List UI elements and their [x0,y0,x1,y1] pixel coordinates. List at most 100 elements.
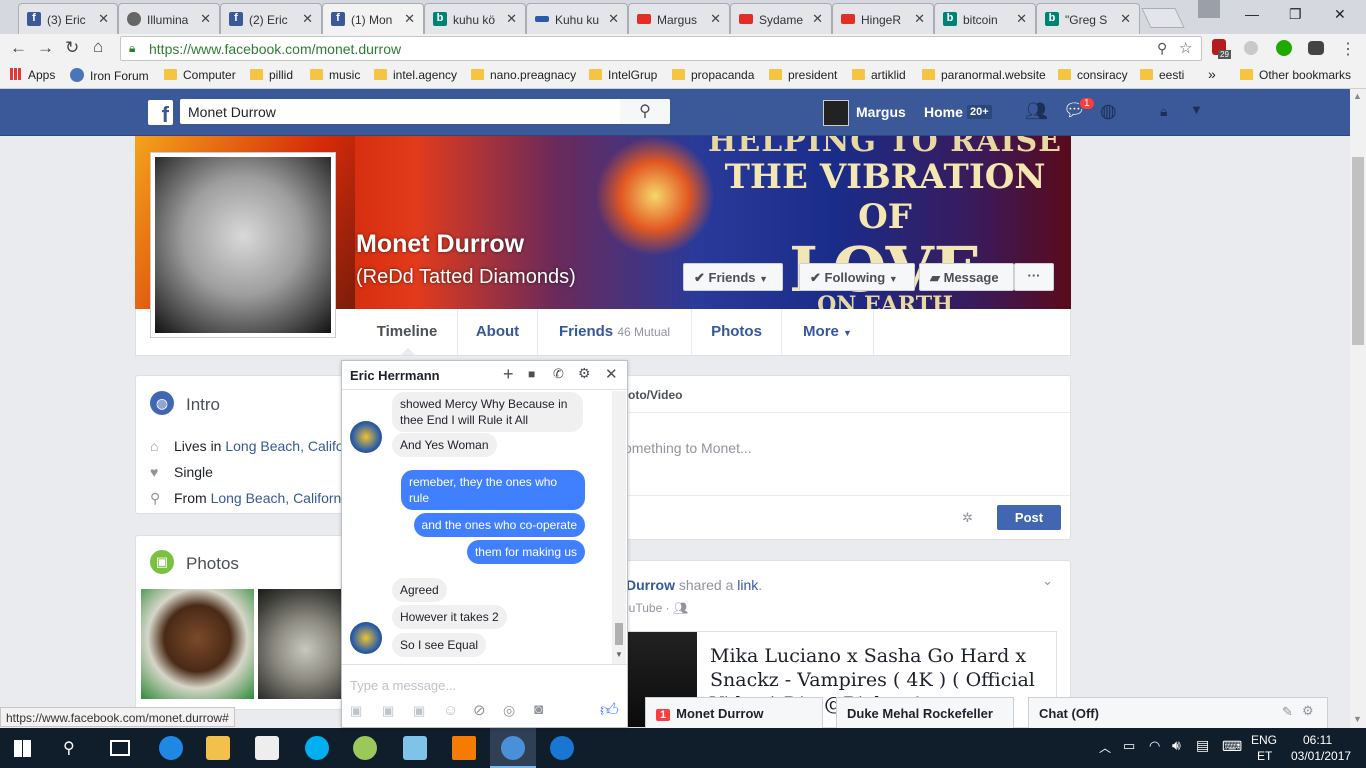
browser-tab[interactable]: HingeR ✕ [832,3,934,34]
scroll-up-icon[interactable]: ▲ [1353,91,1362,101]
facebook-logo-icon[interactable]: f [148,100,173,125]
new-tab-button[interactable] [1141,8,1185,28]
browser-tab[interactable]: Margus ✕ [628,3,730,34]
user-profile-icon[interactable] [1198,0,1220,18]
tab-photos[interactable]: Photos [692,309,782,355]
video-call-icon[interactable]: ■ [528,367,535,381]
browser-tab[interactable]: b "Greg S ✕ [1036,3,1140,34]
more-options-button[interactable]: ··· [1014,263,1054,291]
search-icon[interactable]: ⚲ [63,738,75,758]
chat-contact-name[interactable]: Eric Herrmann [350,368,440,383]
tab-more[interactable]: More ▼ [782,309,874,355]
chevron-down-icon[interactable]: ▼ [1190,102,1203,117]
bookmark-apps[interactable]: Apps [10,68,55,82]
bookmark-item[interactable]: Iron Forum [70,68,149,83]
smiley-icon[interactable]: ☺ [443,702,458,719]
close-icon[interactable]: ✕ [710,11,721,27]
bookmark-folder[interactable]: IntelGrup [589,68,657,82]
home-icon[interactable]: ⌂ [93,37,103,57]
close-icon[interactable]: ✕ [1016,11,1027,27]
search-input[interactable]: Monet Durrow [180,99,670,124]
profile-link[interactable]: Margus [856,104,906,120]
tab-about[interactable]: About [458,309,538,355]
camera-icon[interactable]: ◙ [534,701,543,718]
browser-tab[interactable]: f (3) Eric ✕ [18,3,118,34]
extension-icon[interactable] [1308,41,1324,55]
avatar[interactable] [823,100,849,126]
bookmark-folder[interactable]: consiracy [1058,68,1128,82]
bookmark-folder[interactable]: intel.agency [374,68,457,82]
bookmark-folder[interactable]: Computer [164,68,236,82]
friend-requests-icon[interactable]: 👥︎ [1025,101,1048,122]
new-message-icon[interactable]: ✎ [1282,704,1293,720]
bookmark-folder[interactable]: nano.preagnacy [471,68,576,82]
sticker-icon[interactable]: ▣ [350,703,362,719]
scroll-thumb[interactable] [1352,157,1364,345]
close-window-icon[interactable]: ✕ [1334,6,1346,23]
photo-thumbnail[interactable] [141,589,254,699]
bookmark-folder[interactable]: music [310,68,360,82]
zoom-icon[interactable]: ⚲ [1157,40,1167,57]
edge-icon[interactable] [159,736,183,760]
store-icon[interactable] [255,736,279,760]
privacy-lock-icon[interactable]: 🔒︎ [1160,103,1167,120]
attach-icon[interactable]: ⊘ [473,701,486,719]
notifications-globe-icon[interactable]: ◍ [1100,100,1117,123]
forward-icon[interactable]: → [37,38,54,58]
bookmark-folder[interactable]: pillid [250,68,293,82]
chat-header[interactable]: Eric Herrmann + ■ ✆ ⚙ ✕ [342,361,627,390]
other-bookmarks[interactable]: Other bookmarks [1240,68,1351,82]
profile-name[interactable]: Monet Durrow [356,230,524,259]
file-explorer-icon[interactable] [206,736,230,760]
close-icon[interactable]: ✕ [302,11,313,27]
bookmarks-overflow-button[interactable]: » [1208,66,1216,82]
chat-message-input[interactable]: Type a message... [350,678,456,693]
bookmark-folder[interactable]: paranormal.website [922,68,1046,82]
maximize-icon[interactable]: ❐ [1289,6,1302,23]
keyboard-icon[interactable]: ⌨ [1222,738,1242,755]
scroll-down-icon[interactable]: ▼ [1353,714,1362,724]
following-button[interactable]: ✔ Following ▼ [799,263,915,291]
browser-tab[interactable]: b bitcoin ✕ [934,3,1036,34]
close-icon[interactable]: ✕ [812,11,823,27]
tab-timeline[interactable]: Timeline [357,309,458,355]
close-icon[interactable]: ✕ [98,11,109,27]
app-icon[interactable] [403,736,427,760]
chrome-taskbar-button[interactable] [490,728,536,768]
chat-avatar[interactable] [350,622,382,654]
photo-video-tab[interactable]: oto/Video [628,388,682,402]
composer-input[interactable]: omething to Monet... [624,440,752,456]
task-view-icon[interactable] [110,740,130,756]
wifi-icon[interactable]: ◠ [1149,738,1160,754]
back-icon[interactable]: ← [10,38,27,58]
emoji-icon[interactable]: ▣ [413,703,425,719]
page-scrollbar[interactable]: ▲ ▼ [1350,89,1366,728]
close-icon[interactable]: ✕ [608,11,619,27]
home-link[interactable]: Home [924,104,963,120]
volume-icon[interactable]: 🔊︎ [1172,737,1181,754]
extension-icon[interactable] [1244,41,1258,55]
friends-button[interactable]: ✔ Friends ▼ [683,263,783,291]
extension-icon[interactable] [1276,40,1292,56]
close-icon[interactable]: ✕ [404,11,415,27]
star-icon[interactable]: ☆ [1179,39,1192,57]
gif-icon[interactable]: ▣ [382,703,394,719]
chevron-up-icon[interactable]: ︿ [1099,739,1111,756]
chat-scrollbar[interactable]: ▼ [612,391,626,664]
bookmark-folder[interactable]: president [769,68,837,82]
photo-thumbnail[interactable] [258,589,342,699]
browser-tab[interactable]: Sydame ✕ [730,3,832,34]
scroll-thumb[interactable] [615,623,623,645]
close-icon[interactable]: ✕ [506,11,517,27]
battery-icon[interactable]: ▭ [1123,738,1135,754]
internet-explorer-icon[interactable] [550,736,574,760]
input-language[interactable]: ENG [1251,733,1277,747]
message-button[interactable]: ▰ Message [919,263,1014,291]
profile-picture[interactable] [150,152,336,338]
chat-avatar[interactable] [350,421,382,453]
search-button[interactable]: ⚲ [620,99,670,124]
browser-tab[interactable]: f (2) Eric ✕ [220,3,322,34]
post-button[interactable]: Post [997,505,1061,530]
skype-icon[interactable] [305,736,329,760]
chevron-down-icon[interactable]: ⌄ [1042,573,1053,589]
